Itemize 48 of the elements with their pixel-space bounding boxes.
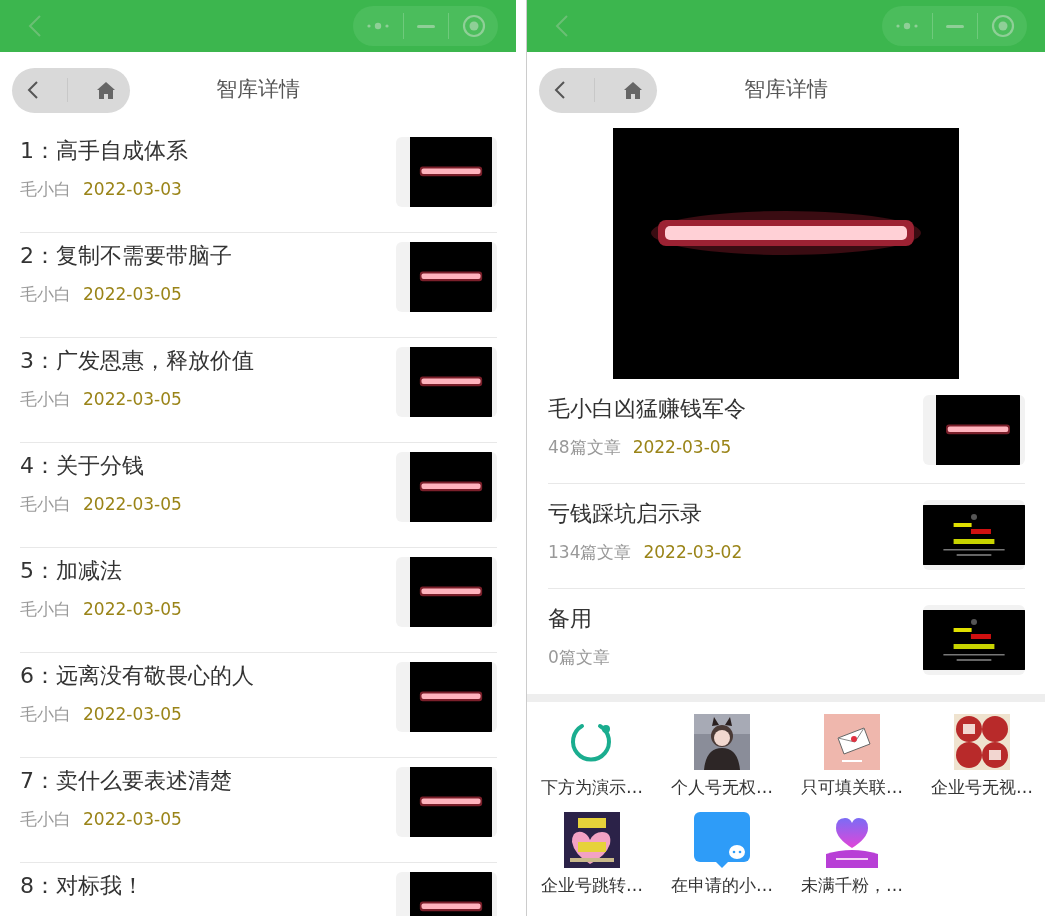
- article-title[interactable]: 4：关于分钱: [20, 452, 182, 480]
- more-icon[interactable]: [894, 21, 919, 31]
- article-title[interactable]: 5：加减法: [20, 557, 182, 585]
- publish-date: 2022-03-05: [83, 284, 182, 304]
- article-title[interactable]: 6：远离没有敬畏心的人: [20, 662, 254, 690]
- publish-date: 2022-03-05: [83, 599, 182, 619]
- article-count: 0篇文章: [548, 647, 610, 667]
- article-title[interactable]: 2：复制不需要带脑子: [20, 242, 232, 270]
- app-name[interactable]: 下方为演示…: [541, 776, 643, 798]
- publish-date: 2022-03-05: [83, 389, 182, 409]
- article-count: 134篇文章: [548, 542, 632, 562]
- publish-date: 2022-03-02: [643, 542, 743, 562]
- author-name: 毛小白: [20, 599, 71, 619]
- home-icon[interactable]: [623, 80, 644, 100]
- article-title[interactable]: 8：对标我！: [20, 872, 144, 900]
- close-icon[interactable]: [461, 14, 486, 38]
- publish-date: 2022-03-05: [83, 494, 182, 514]
- back-icon[interactable]: [25, 80, 40, 100]
- article-title[interactable]: 7：卖什么要表述清楚: [20, 767, 232, 795]
- article-count: 48篇文章: [548, 437, 621, 457]
- close-icon[interactable]: [990, 14, 1015, 38]
- chat-icon[interactable]: [694, 812, 750, 868]
- author-name: 毛小白: [20, 179, 71, 199]
- author-name: 毛小白: [20, 389, 71, 409]
- author-name: 毛小白: [20, 809, 71, 829]
- article-title[interactable]: 亏钱踩坑启示录: [548, 500, 743, 528]
- article-title[interactable]: 3：广发恩惠，释放价值: [20, 347, 254, 375]
- author-name: 毛小白: [20, 284, 71, 304]
- publish-date: 2022-03-03: [83, 179, 182, 199]
- app-name[interactable]: 企业号无视…: [931, 776, 1033, 798]
- app-name[interactable]: 只可填关联…: [801, 776, 903, 798]
- author-name: 毛小白: [20, 494, 71, 514]
- app-name[interactable]: 个人号无权…: [671, 776, 773, 798]
- back-icon[interactable]: [552, 80, 567, 100]
- article-title[interactable]: 1：高手自成体系: [20, 137, 188, 165]
- article-title[interactable]: 毛小白凶猛赚钱军令: [548, 395, 746, 423]
- page-title: 智库详情: [744, 76, 828, 104]
- author-name: 毛小白: [20, 704, 71, 724]
- page-title: 智库详情: [216, 76, 300, 104]
- more-icon[interactable]: [365, 21, 390, 31]
- app-name[interactable]: 未满千粉，…: [801, 874, 903, 896]
- publish-date: 2022-03-05: [83, 704, 182, 724]
- app-name[interactable]: 在申请的小…: [671, 874, 773, 896]
- home-icon[interactable]: [96, 80, 117, 100]
- publish-date: 2022-03-05: [83, 809, 182, 829]
- app-name[interactable]: 企业号跳转…: [541, 874, 643, 896]
- article-title[interactable]: 备用: [548, 605, 610, 633]
- publish-date: 2022-03-05: [632, 437, 732, 457]
